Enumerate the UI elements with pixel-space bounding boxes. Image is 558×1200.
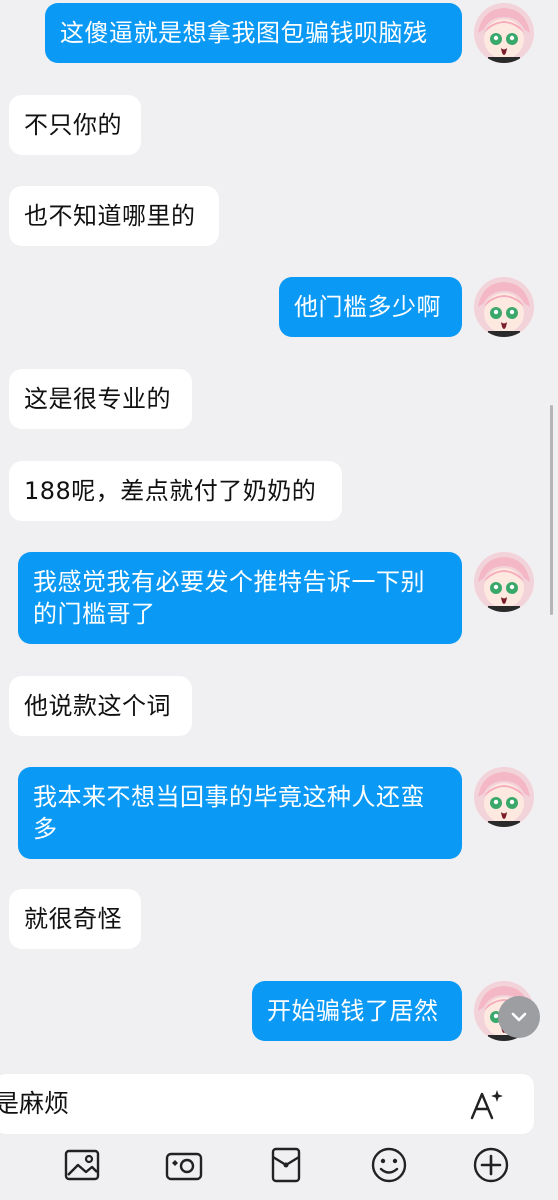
message-bubble-outgoing[interactable]: 我感觉我有必要发个推特告诉一下别的门槛哥了	[18, 552, 462, 644]
message-bubble-incoming[interactable]: 他说款这个词	[9, 676, 192, 736]
message-bubble-outgoing[interactable]: 这傻逼就是想拿我图包骗钱呗脑残	[45, 3, 462, 63]
message-bubble-incoming[interactable]: 就很奇怪	[9, 889, 141, 949]
message-bubble-outgoing[interactable]: 开始骗钱了居然	[252, 981, 462, 1041]
message-bubble-incoming[interactable]: 188呢，差点就付了奶奶的	[9, 461, 342, 521]
message-bubble-incoming[interactable]: 这是很专业的	[9, 369, 192, 429]
message-input-text: 是麻烦	[0, 1089, 70, 1118]
message-bubble-outgoing[interactable]: 他门槛多少啊	[279, 277, 462, 337]
avatar[interactable]	[474, 552, 534, 612]
camera-icon[interactable]	[164, 1145, 204, 1185]
font-size-icon[interactable]	[468, 1088, 504, 1122]
plus-icon[interactable]	[471, 1145, 511, 1185]
message-bubble-incoming[interactable]: 也不知道哪里的	[9, 186, 219, 246]
avatar[interactable]	[474, 277, 534, 337]
message-bubble-outgoing[interactable]: 我本来不想当回事的毕竟这种人还蛮多	[18, 767, 462, 859]
message-input[interactable]: 是麻烦	[0, 1074, 534, 1134]
red-packet-icon[interactable]	[266, 1145, 306, 1185]
composer-toolbar	[0, 1145, 558, 1190]
avatar[interactable]	[474, 3, 534, 63]
emoji-icon[interactable]	[369, 1145, 409, 1185]
avatar[interactable]	[474, 767, 534, 827]
composer: 是麻烦	[0, 1060, 558, 1200]
scrollbar[interactable]	[550, 405, 553, 615]
chevron-down-icon	[511, 1012, 527, 1022]
image-icon[interactable]	[62, 1145, 102, 1185]
scroll-to-bottom-button[interactable]	[498, 996, 540, 1038]
message-bubble-incoming[interactable]: 不只你的	[9, 95, 141, 155]
chat-message-list[interactable]: 这傻逼就是想拿我图包骗钱呗脑残 不只你的 也不知道哪里的 他门槛多少啊 这是很专…	[0, 0, 558, 1060]
